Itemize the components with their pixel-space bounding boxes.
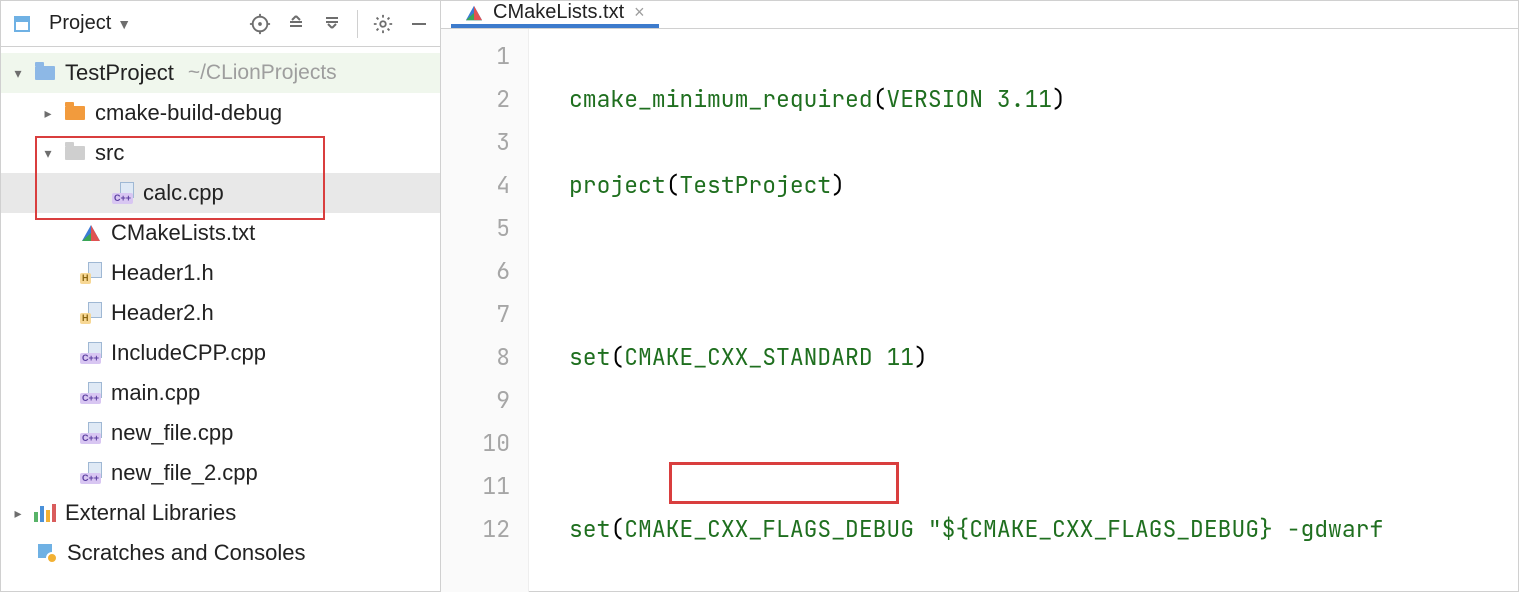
chevron-right-icon[interactable]: ▸	[41, 105, 55, 122]
tree-label: cmake-build-debug	[95, 100, 282, 126]
tree-cmakelists[interactable]: CMakeLists.txt	[1, 213, 440, 253]
chevron-right-icon[interactable]: ▸	[11, 505, 25, 522]
folder-icon	[63, 141, 87, 165]
chevron-down-icon[interactable]: ▾	[11, 65, 25, 82]
tree-src-folder[interactable]: ▾ src	[1, 133, 440, 173]
tree-label: new_file_2.cpp	[111, 460, 258, 486]
tree-label: calc.cpp	[143, 180, 224, 206]
chevron-down-icon: ▼	[117, 16, 131, 32]
editor-panel: CMakeLists.txt × 123 456 789 101112 cmak…	[441, 1, 1518, 591]
editor-tabs: CMakeLists.txt ×	[441, 1, 1518, 29]
code-editor[interactable]: 123 456 789 101112 cmake_minimum_require…	[441, 29, 1518, 592]
tree-label: CMakeLists.txt	[111, 220, 255, 246]
gear-icon[interactable]	[368, 9, 398, 39]
tree-label: Header1.h	[111, 260, 214, 286]
sidebar-toolbar: Project ▼	[1, 1, 440, 47]
cpp-file-icon: C++	[111, 181, 135, 205]
project-dropdown[interactable]: Project ▼	[43, 12, 137, 35]
expand-all-icon[interactable]	[281, 9, 311, 39]
cmake-icon	[79, 221, 103, 245]
collapse-all-icon[interactable]	[317, 9, 347, 39]
chevron-down-icon[interactable]: ▾	[41, 145, 55, 162]
tree-label: IncludeCPP.cpp	[111, 340, 266, 366]
tree-label: new_file.cpp	[111, 420, 233, 446]
header-file-icon: H	[79, 261, 103, 285]
project-tree[interactable]: ▾ TestProject ~/CLionProjects ▸ cmake-bu…	[1, 47, 440, 591]
tree-includecpp[interactable]: C++ IncludeCPP.cpp	[1, 333, 440, 373]
close-icon[interactable]: ×	[634, 2, 645, 23]
code-area[interactable]: cmake_minimum_required(VERSION 3.11) pro…	[529, 29, 1518, 592]
tree-scratches[interactable]: Scratches and Consoles	[1, 533, 440, 573]
tree-label: Scratches and Consoles	[67, 540, 305, 566]
tree-label: src	[95, 140, 124, 166]
cpp-file-icon: C++	[79, 381, 103, 405]
tree-label: Header2.h	[111, 300, 214, 326]
tree-project-root[interactable]: ▾ TestProject ~/CLionProjects	[1, 53, 440, 93]
tree-cmake-build-debug[interactable]: ▸ cmake-build-debug	[1, 93, 440, 133]
tree-label: main.cpp	[111, 380, 200, 406]
tab-cmakelists[interactable]: CMakeLists.txt ×	[451, 1, 659, 28]
annotation-box	[669, 462, 899, 504]
folder-icon	[33, 61, 57, 85]
project-sidebar: Project ▼ ▾ TestProject ~/CLionProjects …	[1, 1, 441, 591]
cmake-icon	[465, 5, 483, 21]
tree-label: TestProject	[65, 60, 174, 86]
cpp-file-icon: C++	[79, 421, 103, 445]
tree-main-cpp[interactable]: C++ main.cpp	[1, 373, 440, 413]
app-icon	[7, 9, 37, 39]
tree-newfile2[interactable]: C++ new_file_2.cpp	[1, 453, 440, 493]
cpp-file-icon: C++	[79, 461, 103, 485]
minimize-icon[interactable]	[404, 9, 434, 39]
folder-icon	[63, 101, 87, 125]
tab-label: CMakeLists.txt	[493, 1, 624, 24]
tree-label: External Libraries	[65, 500, 236, 526]
cpp-file-icon: C++	[79, 341, 103, 365]
locate-icon[interactable]	[245, 9, 275, 39]
tree-calc-cpp[interactable]: C++ calc.cpp	[1, 173, 440, 213]
tree-header1[interactable]: H Header1.h	[1, 253, 440, 293]
scratches-icon	[35, 541, 59, 565]
libraries-icon	[33, 501, 57, 525]
header-file-icon: H	[79, 301, 103, 325]
tree-header2[interactable]: H Header2.h	[1, 293, 440, 333]
line-gutter: 123 456 789 101112	[441, 29, 529, 592]
tree-path: ~/CLionProjects	[188, 61, 337, 85]
tree-external-libraries[interactable]: ▸ External Libraries	[1, 493, 440, 533]
tree-newfile[interactable]: C++ new_file.cpp	[1, 413, 440, 453]
